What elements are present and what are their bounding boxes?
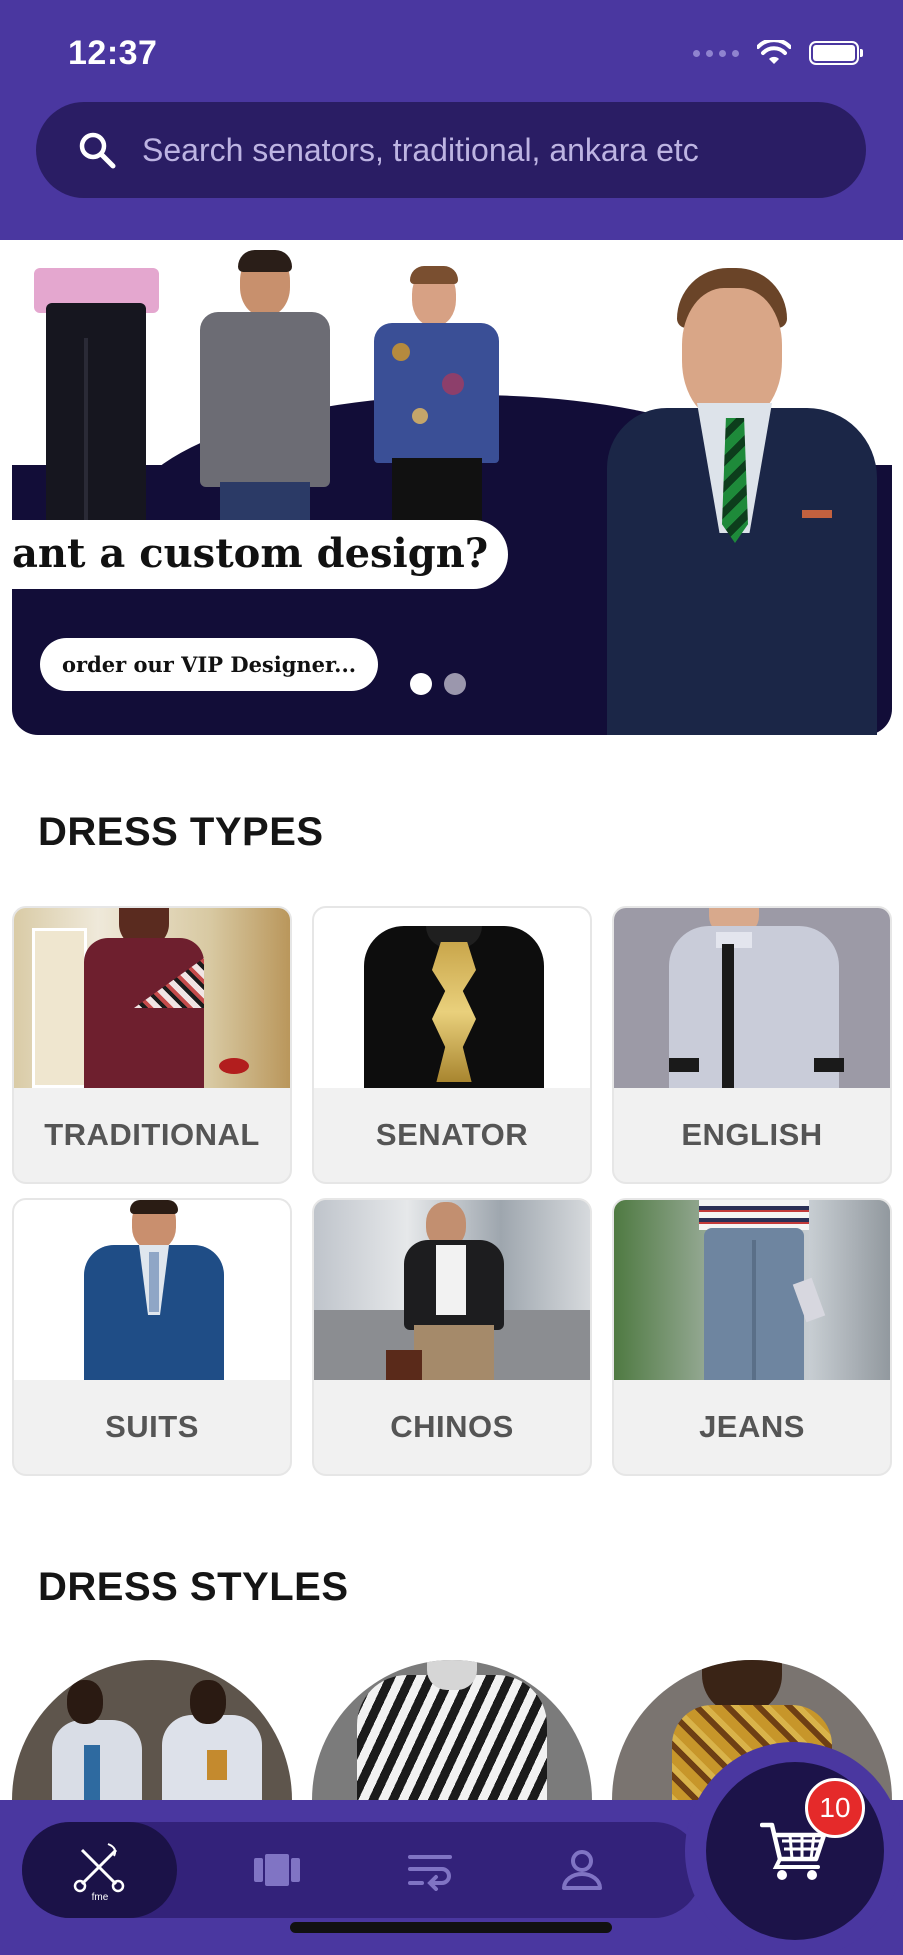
search-input[interactable]	[142, 131, 842, 169]
carousel-dots	[410, 673, 466, 695]
tailor-needle-scissors-icon: fme	[73, 1843, 124, 1902]
status-icons	[693, 40, 863, 66]
catalog-icon	[254, 1854, 300, 1886]
dress-type-label: CHINOS	[390, 1409, 514, 1444]
status-time: 12:37	[68, 34, 158, 72]
suit-image	[14, 1200, 290, 1380]
senator-outfit-image	[314, 908, 590, 1088]
banner-model-suit	[587, 268, 887, 735]
dress-type-label: SENATOR	[375, 1117, 529, 1152]
dress-type-card-traditional[interactable]: TRADITIONAL	[12, 906, 292, 1184]
signal-icon	[693, 49, 739, 57]
banner-model-grey-shirt	[190, 250, 340, 542]
banner-cta-button[interactable]: order our VIP Designer...	[40, 638, 379, 691]
dress-types-grid: TRADITIONAL SENATOR ENGLISH SUITS CHINOS…	[12, 906, 892, 1476]
orders-icon	[408, 1855, 452, 1891]
home-icon-caption: fme	[91, 1892, 108, 1902]
nav-item-orders[interactable]	[375, 1822, 485, 1918]
search-bar[interactable]	[36, 102, 866, 198]
nav-item-home[interactable]: fme	[22, 1822, 177, 1918]
english-shirt-image	[614, 908, 890, 1088]
dress-type-label: TRADITIONAL	[44, 1117, 260, 1152]
nav-item-catalog[interactable]	[222, 1822, 332, 1918]
jeans-image	[614, 1200, 890, 1380]
promo-banner[interactable]: ant a custom design? order our VIP Desig…	[12, 240, 892, 735]
dress-type-card-chinos[interactable]: CHINOS	[312, 1198, 592, 1476]
dress-type-label: ENGLISH	[681, 1117, 823, 1152]
dress-type-card-jeans[interactable]: JEANS	[612, 1198, 892, 1476]
search-icon	[79, 132, 116, 169]
traditional-outfit-image	[14, 908, 290, 1088]
carousel-dot[interactable]	[444, 673, 466, 695]
banner-title: ant a custom design?	[12, 520, 509, 589]
dress-type-label: JEANS	[699, 1409, 805, 1444]
nav-track: fme	[22, 1822, 702, 1918]
section-title-dress-styles: DRESS STYLES	[38, 1565, 349, 1609]
dress-style-item[interactable]	[12, 1660, 292, 1800]
chinos-image	[314, 1200, 590, 1380]
banner-model-patterned-shirt	[372, 266, 507, 538]
dress-type-card-english[interactable]: ENGLISH	[612, 906, 892, 1184]
dress-type-card-senator[interactable]: SENATOR	[312, 906, 592, 1184]
cart-count-badge: 10	[805, 1778, 865, 1838]
app-header: 12:37	[0, 0, 903, 240]
home-indicator	[290, 1922, 612, 1933]
profile-icon	[562, 1850, 602, 1890]
nav-item-profile[interactable]	[527, 1822, 637, 1918]
dress-style-item[interactable]	[312, 1660, 592, 1800]
carousel-dot-active[interactable]	[410, 673, 432, 695]
section-title-dress-types: DRESS TYPES	[38, 810, 324, 854]
dress-type-card-suits[interactable]: SUITS	[12, 1198, 292, 1476]
dress-type-label: SUITS	[105, 1409, 199, 1444]
wifi-icon	[757, 40, 791, 64]
battery-icon	[809, 41, 863, 65]
